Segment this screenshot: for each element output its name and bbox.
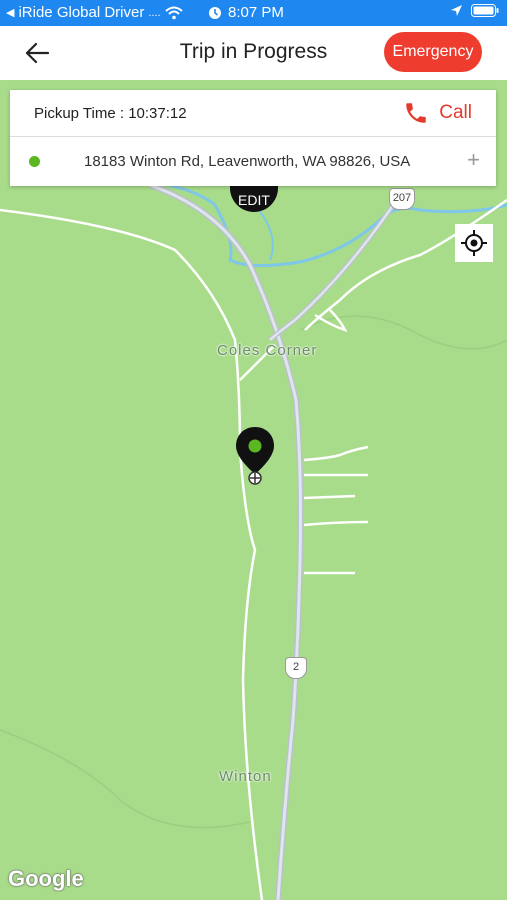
wifi-icon xyxy=(164,6,183,19)
place-label-winton: Winton xyxy=(219,768,272,785)
location-arrow-icon xyxy=(451,5,462,16)
status-bar: ◀ iRide Global Driver .... 8:07 PM xyxy=(0,0,507,26)
status-icons xyxy=(450,4,499,17)
route-207-shield: 207 xyxy=(389,188,415,210)
phone-icon xyxy=(406,103,427,123)
add-stop-button[interactable]: + xyxy=(467,147,480,173)
pickup-time: Pickup Time : 10:37:12 xyxy=(34,105,187,122)
my-location-button[interactable] xyxy=(455,224,493,262)
alarm-icon xyxy=(209,6,221,19)
route-2-shield: 2 xyxy=(285,657,307,679)
clock-time: 8:07 PM xyxy=(228,4,284,21)
pickup-dot-icon xyxy=(29,156,40,167)
pickup-marker-icon xyxy=(236,427,274,485)
back-app-label: iRide Global Driver xyxy=(18,4,145,21)
pickup-address: 18183 Winton Rd, Leavenworth, WA 98826, … xyxy=(84,153,411,170)
clock: 8:07 PM xyxy=(208,4,284,21)
call-button[interactable]: Call xyxy=(403,100,472,126)
crosshair-icon xyxy=(461,230,487,256)
place-label-coles-corner: Coles Corner xyxy=(217,342,318,359)
call-label: Call xyxy=(439,102,472,123)
app-header: Trip in Progress Emergency xyxy=(0,26,507,80)
trip-info-card: Pickup Time : 10:37:12 Call 18183 Winton… xyxy=(10,90,496,186)
address-row: 18183 Winton Rd, Leavenworth, WA 98826, … xyxy=(10,137,496,186)
battery-icon xyxy=(471,4,499,17)
emergency-button[interactable]: Emergency xyxy=(384,32,482,72)
signal-dots-icon: .... xyxy=(148,6,161,19)
pickup-row: Pickup Time : 10:37:12 Call xyxy=(10,90,496,137)
back-triangle-icon: ◀ xyxy=(6,7,15,19)
back-to-app[interactable]: ◀ iRide Global Driver .... xyxy=(6,4,183,21)
google-logo: Google xyxy=(8,866,84,891)
